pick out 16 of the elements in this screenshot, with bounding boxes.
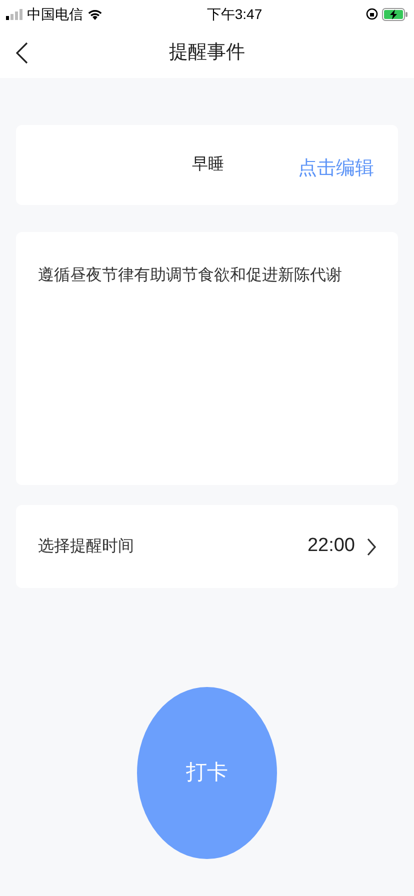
reminder-time-row[interactable]: 选择提醒时间 22:00 bbox=[16, 505, 398, 588]
battery-charging-icon bbox=[382, 8, 408, 20]
signal-icon bbox=[6, 8, 23, 20]
event-name: 早睡 bbox=[192, 154, 224, 175]
back-icon bbox=[16, 42, 28, 64]
status-time: 下午3:47 bbox=[206, 4, 262, 24]
reminder-label: 选择提醒时间 bbox=[38, 536, 134, 556]
chevron-right-icon bbox=[367, 538, 376, 556]
check-in-button[interactable]: 打卡 bbox=[137, 687, 277, 859]
edit-link[interactable]: 点击编辑 bbox=[298, 155, 374, 184]
page-title: 提醒事件 bbox=[169, 40, 245, 65]
carrier-name: 中国电信 bbox=[27, 4, 83, 24]
reminder-time: 22:00 bbox=[307, 534, 355, 558]
orientation-lock-icon bbox=[366, 8, 378, 20]
wifi-icon bbox=[87, 8, 103, 20]
description-text: 遵循昼夜节律有助调节食欲和促进新陈代谢 bbox=[38, 266, 343, 286]
